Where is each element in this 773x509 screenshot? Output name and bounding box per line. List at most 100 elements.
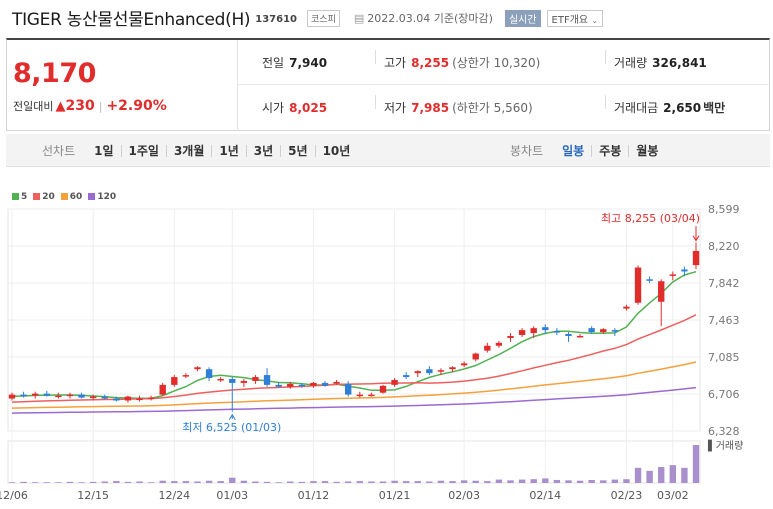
volume-bar[interactable] <box>356 481 363 483</box>
volume-bar[interactable] <box>414 481 421 483</box>
period-3m[interactable]: 3개월 <box>165 144 211 157</box>
candle-body[interactable] <box>252 377 259 381</box>
candlestick-chart[interactable]: 8,599 8,220 7,842 7,463 7,085 6,706 6,328 12/06… <box>0 195 773 509</box>
candle-body[interactable] <box>658 281 665 302</box>
volume-bar[interactable] <box>101 481 108 483</box>
candle-body[interactable] <box>20 394 27 397</box>
candle-body[interactable] <box>460 363 468 366</box>
volume-bar[interactable] <box>588 479 595 483</box>
candle-body[interactable] <box>43 393 50 396</box>
candle-body[interactable] <box>507 335 514 338</box>
volume-bar[interactable] <box>634 467 642 483</box>
volume-bar[interactable] <box>542 478 549 483</box>
volume-bar[interactable] <box>136 481 143 483</box>
candle-body[interactable] <box>484 345 491 351</box>
candle-body[interactable] <box>275 384 282 387</box>
volume-bar[interactable] <box>495 479 503 483</box>
volume-bar[interactable] <box>658 467 665 483</box>
candle-body[interactable] <box>263 375 271 385</box>
period-1y[interactable]: 1년 <box>211 144 245 157</box>
candle-body[interactable] <box>229 378 236 383</box>
volume-bar[interactable] <box>553 479 561 483</box>
volume-bar[interactable] <box>437 480 445 483</box>
volume-bar[interactable] <box>113 481 120 483</box>
volume-bar[interactable] <box>345 481 352 483</box>
candle-body[interactable] <box>379 385 387 393</box>
candle-body[interactable] <box>287 383 294 387</box>
candle-body[interactable] <box>217 378 224 381</box>
volume-bar[interactable] <box>310 481 317 483</box>
candle-body[interactable] <box>194 367 201 370</box>
volume-bar[interactable] <box>669 465 677 483</box>
candle-body[interactable] <box>321 382 329 386</box>
candle-body[interactable] <box>426 369 433 374</box>
volume-bar[interactable] <box>692 445 700 483</box>
candle-body[interactable] <box>437 370 445 372</box>
period-daily[interactable]: 일봉 <box>555 145 591 157</box>
volume-bar[interactable] <box>31 482 39 483</box>
candle-body[interactable] <box>333 381 340 384</box>
volume-bar[interactable] <box>611 479 619 483</box>
volume-bar[interactable] <box>460 480 468 483</box>
candle-body[interactable] <box>89 396 97 399</box>
candle-body[interactable] <box>31 393 39 396</box>
volume-bar[interactable] <box>484 481 491 483</box>
volume-bar[interactable] <box>217 481 224 483</box>
volume-bar[interactable] <box>333 481 340 483</box>
candle-body[interactable] <box>205 369 213 379</box>
candle-body[interactable] <box>669 274 677 276</box>
volume-bar[interactable] <box>368 481 375 483</box>
candle-body[interactable] <box>681 269 688 272</box>
volume-bar[interactable] <box>565 480 572 483</box>
etf-overview-dropdown[interactable]: ETF개요 ⌄ <box>546 9 604 27</box>
candle-body[interactable] <box>542 327 549 331</box>
volume-bar[interactable] <box>623 479 630 483</box>
volume-bar[interactable] <box>182 481 190 483</box>
volume-bar[interactable] <box>43 482 50 483</box>
volume-bar[interactable] <box>240 480 248 483</box>
volume-bar[interactable] <box>252 481 259 483</box>
candle-body[interactable] <box>576 335 584 338</box>
volume-bar[interactable] <box>449 481 456 483</box>
volume-bar[interactable] <box>298 481 306 483</box>
volume-bar[interactable] <box>159 480 166 483</box>
candle-body[interactable] <box>530 328 537 334</box>
volume-bar[interactable] <box>576 480 584 483</box>
period-1d[interactable]: 1일 <box>87 145 120 157</box>
candle-body[interactable] <box>495 342 503 346</box>
candle-body[interactable] <box>8 394 16 399</box>
volume-bar[interactable] <box>20 481 27 483</box>
period-monthly[interactable]: 월봉 <box>628 144 665 157</box>
candle-body[interactable] <box>472 353 479 360</box>
candle-body[interactable] <box>553 331 561 333</box>
candle-body[interactable] <box>78 394 85 398</box>
volume-bar[interactable] <box>379 481 387 483</box>
volume-bar[interactable] <box>426 481 433 483</box>
candle-body[interactable] <box>136 398 143 401</box>
volume-bar[interactable] <box>681 467 688 483</box>
volume-bar[interactable] <box>321 481 329 483</box>
candle-body[interactable] <box>124 396 132 401</box>
candle-body[interactable] <box>345 383 352 395</box>
candle-body[interactable] <box>623 306 630 309</box>
volume-bar[interactable] <box>229 477 236 483</box>
volume-bar[interactable] <box>55 482 62 483</box>
candle-body[interactable] <box>113 398 120 401</box>
candle-body[interactable] <box>147 397 155 400</box>
candle-body[interactable] <box>368 394 375 397</box>
volume-bar[interactable] <box>472 480 479 483</box>
candle-body[interactable] <box>565 334 572 336</box>
candle-body[interactable] <box>159 384 166 395</box>
volume-bar[interactable] <box>8 482 16 483</box>
realtime-button[interactable]: 실시간 <box>504 9 541 27</box>
volume-bar[interactable] <box>89 481 97 483</box>
candle-body[interactable] <box>600 329 607 333</box>
volume-bar[interactable] <box>171 481 178 483</box>
candle-body[interactable] <box>518 330 526 336</box>
candle-body[interactable] <box>402 375 410 378</box>
candle-body[interactable] <box>646 279 653 281</box>
candle-body[interactable] <box>310 382 317 386</box>
volume-bar[interactable] <box>78 482 85 483</box>
volume-bar[interactable] <box>66 481 74 483</box>
candle-body[interactable] <box>298 384 306 387</box>
